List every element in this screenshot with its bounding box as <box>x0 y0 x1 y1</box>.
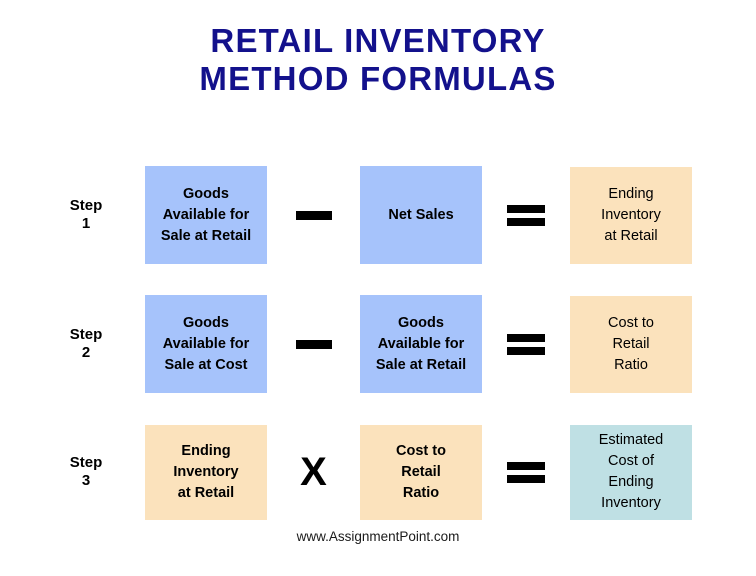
source-watermark: www.AssignmentPoint.com <box>296 529 460 544</box>
step-label-3-word: Step <box>69 454 103 471</box>
formula-diagram: Step 1 Goods Available for Sale at Retai… <box>0 150 756 536</box>
operator-cell-row-2 <box>276 339 351 349</box>
box-line-3: Ending <box>608 474 654 490</box>
box-cost-to-retail-ratio-operand[interactable]: Cost to Retail Ratio <box>360 424 482 520</box>
box-net-sales[interactable]: Net Sales <box>360 166 482 264</box>
result-cell-row-2: Cost to Retail Ratio <box>561 295 701 393</box>
box-ending-inventory-at-retail-operand[interactable]: Ending Inventory at Retail <box>145 424 267 520</box>
box-line-2: Available for <box>162 206 250 223</box>
box-line-3: at Retail <box>177 484 235 501</box>
box-line-2: Retail <box>612 335 650 352</box>
minus-operator-icon <box>295 339 332 349</box>
box-cost-to-retail-ratio-result[interactable]: Cost to Retail Ratio <box>570 295 692 393</box>
box-line-2: Cost of <box>608 453 654 469</box>
box-goods-available-for-sale-at-cost[interactable]: Goods Available for Sale at Cost <box>145 295 267 393</box>
box-goods-available-for-sale-at-retail-2[interactable]: Goods Available for Sale at Retail <box>360 295 482 393</box>
equals-bar-top <box>507 333 545 342</box>
box-ending-inventory-at-retail-result[interactable]: Ending Inventory at Retail <box>570 166 692 264</box>
equals-bar-bottom <box>507 217 545 226</box>
operand2-cell-row-2: Goods Available for Sale at Retail <box>351 295 491 393</box>
box-line-1: Goods <box>183 314 229 331</box>
box-line-3: Sale at Cost <box>164 356 248 373</box>
formula-row-step-1: Step 1 Goods Available for Sale at Retai… <box>36 150 736 280</box>
operator-cell-row-3: X <box>276 452 351 492</box>
box-line-2: Inventory <box>601 206 661 223</box>
equals-bar-bottom <box>507 346 545 355</box>
box-line-2: Available for <box>377 335 465 352</box>
box-goods-available-for-sale-at-retail[interactable]: Goods Available for Sale at Retail <box>145 166 267 264</box>
page-title: RETAIL INVENTORY METHOD FORMULAS <box>0 22 756 98</box>
box-line-1: Net Sales <box>388 206 454 223</box>
step-label-2: Step 2 <box>36 326 136 362</box>
step-label-2-number: 2 <box>81 344 91 361</box>
operand1-cell-row-2: Goods Available for Sale at Cost <box>136 295 276 393</box>
equals-bar-top <box>507 461 545 470</box>
box-line-3: Sale at Retail <box>160 227 252 244</box>
box-line-3: Sale at Retail <box>375 356 467 373</box>
box-line-3: Ratio <box>614 356 648 373</box>
operator-cell-row-1 <box>276 210 351 220</box>
equals-cell-row-1 <box>491 204 561 226</box>
equals-operator-icon <box>507 333 545 355</box>
box-line-3: Ratio <box>402 484 440 501</box>
equals-operator-icon <box>507 204 545 226</box>
formula-row-step-2: Step 2 Goods Available for Sale at Cost … <box>36 280 736 408</box>
step-label-1-word: Step <box>69 197 103 214</box>
operand2-cell-row-3: Cost to Retail Ratio <box>351 424 491 520</box>
minus-operator-icon <box>295 210 332 220</box>
formula-row-step-3: Step 3 Ending Inventory at Retail X Cost… <box>36 408 736 536</box>
operand1-cell-row-3: Ending Inventory at Retail <box>136 424 276 520</box>
operand1-cell-row-1: Goods Available for Sale at Retail <box>136 166 276 264</box>
equals-bar-bottom <box>507 474 545 483</box>
step-label-1-number: 1 <box>81 215 91 232</box>
equals-cell-row-3 <box>491 461 561 483</box>
equals-bar-top <box>507 204 545 213</box>
box-line-4: Inventory <box>601 495 661 511</box>
box-estimated-cost-of-ending-inventory[interactable]: Estimated Cost of Ending Inventory <box>570 424 692 520</box>
box-line-1: Ending <box>181 442 231 459</box>
step-label-3-number: 3 <box>81 472 91 489</box>
step-label-1: Step 1 <box>36 197 136 233</box>
equals-cell-row-2 <box>491 333 561 355</box>
box-line-2: Available for <box>162 335 250 352</box>
box-line-1: Cost to <box>396 442 446 459</box>
box-line-1: Cost to <box>608 314 654 331</box>
box-line-1: Goods <box>398 314 444 331</box>
operand2-cell-row-1: Net Sales <box>351 166 491 264</box>
result-cell-row-1: Ending Inventory at Retail <box>561 166 701 264</box>
step-label-2-word: Step <box>69 326 103 343</box>
result-cell-row-3: Estimated Cost of Ending Inventory <box>561 424 701 520</box>
box-line-1: Goods <box>183 185 229 202</box>
box-line-1: Estimated <box>598 432 664 448</box>
page-title-line-1: RETAIL INVENTORY <box>210 22 546 59</box>
box-line-2: Retail <box>401 463 441 480</box>
page-title-line-2: METHOD FORMULAS <box>199 60 557 97</box>
multiply-operator-icon: X <box>300 450 327 494</box>
step-label-3: Step 3 <box>36 454 136 490</box>
box-line-3: at Retail <box>604 227 658 244</box>
equals-operator-icon <box>507 461 545 483</box>
box-line-1: Ending <box>608 185 654 202</box>
box-line-2: Inventory <box>173 463 239 480</box>
